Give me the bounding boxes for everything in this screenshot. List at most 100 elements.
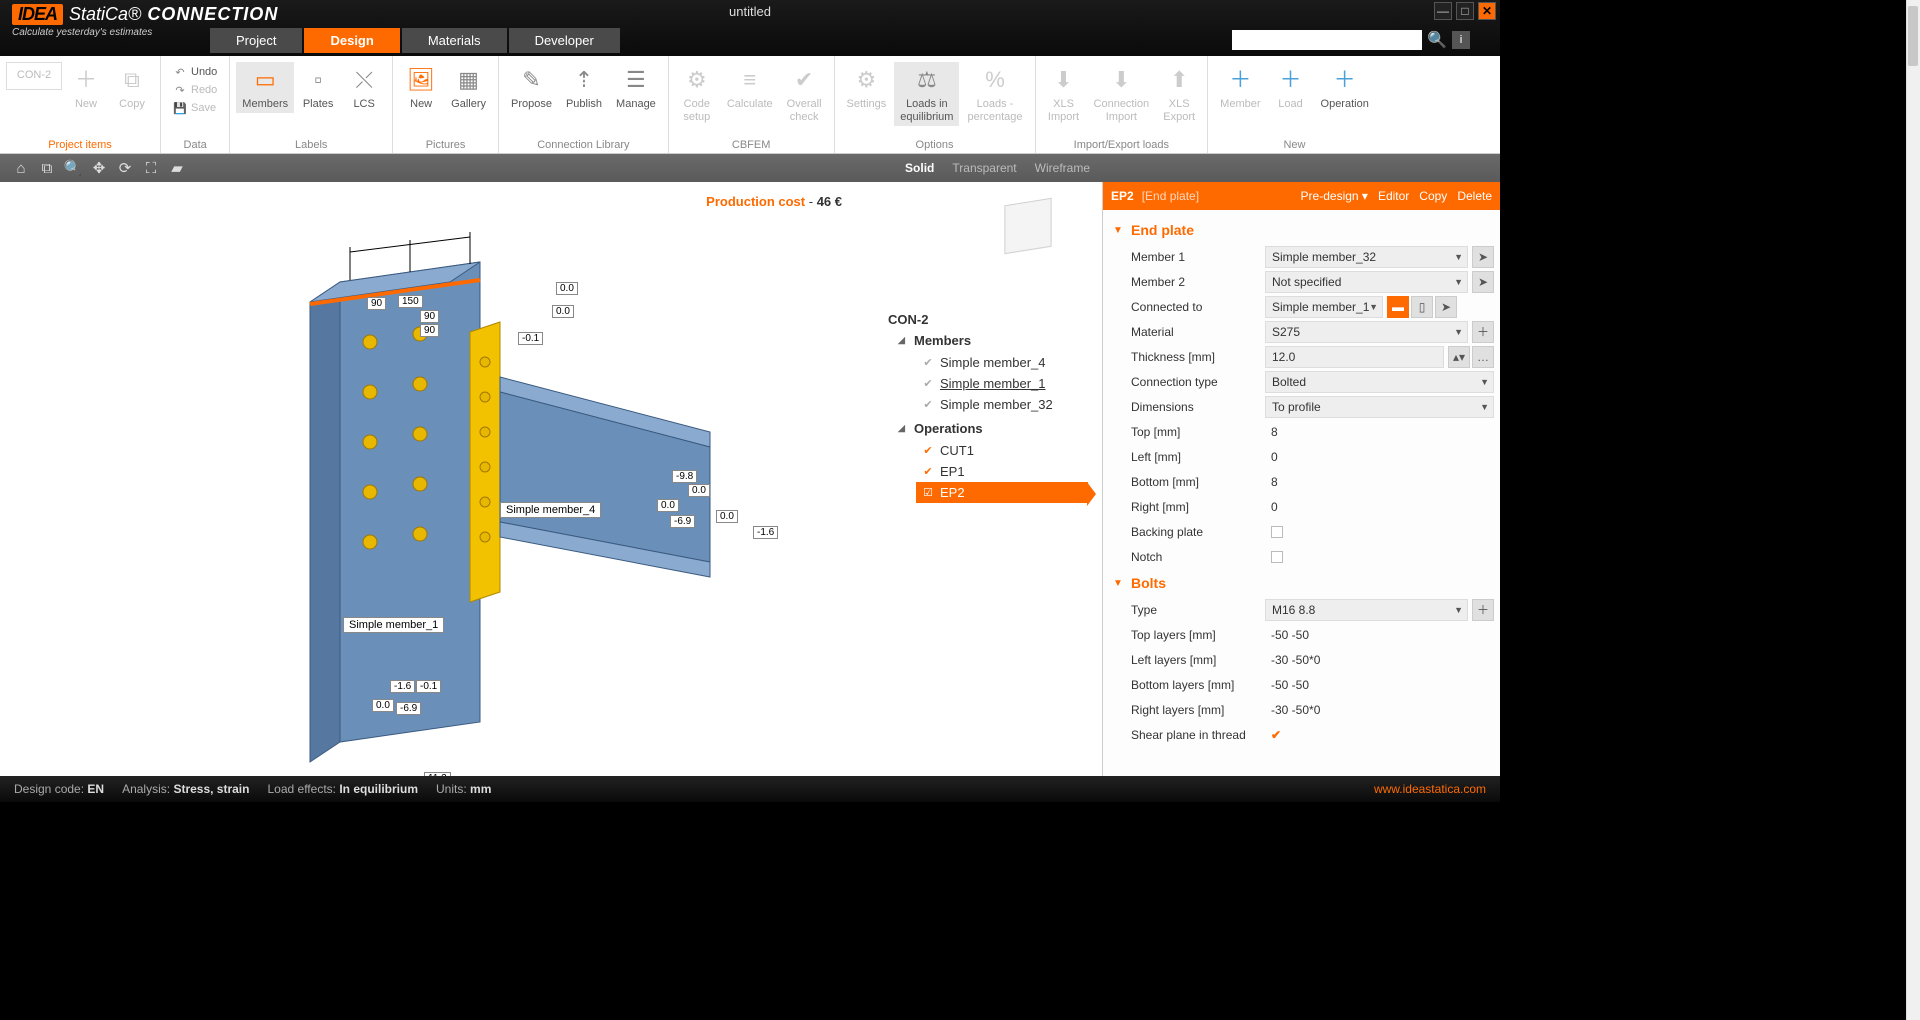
- tab-developer[interactable]: Developer: [509, 28, 620, 53]
- props-header-sub: [End plate]: [1142, 189, 1199, 203]
- code-setup-button[interactable]: ⚙Code setup: [675, 62, 719, 126]
- tree-item-cut1[interactable]: ✔CUT1: [916, 440, 1088, 461]
- members-label-button[interactable]: ▭Members: [236, 62, 294, 113]
- tree-item-ep1[interactable]: ✔EP1: [916, 461, 1088, 482]
- xls-export-button[interactable]: ⬆XLS Export: [1157, 62, 1201, 126]
- undo-button[interactable]: ↶Undo: [171, 64, 219, 80]
- thickness-input[interactable]: 12.0: [1265, 346, 1444, 368]
- member1-pick-button[interactable]: ➤: [1472, 246, 1494, 268]
- left-input[interactable]: 0: [1265, 446, 1494, 468]
- fullscreen-button[interactable]: ⛶: [138, 155, 164, 181]
- member2-pick-button[interactable]: ➤: [1472, 271, 1494, 293]
- zoom-button[interactable]: 🔍: [60, 155, 86, 181]
- copy-project-item-button[interactable]: ⧉Copy: [110, 62, 154, 113]
- props-scrollbar[interactable]: [1906, 0, 1920, 1020]
- loads-percentage-button[interactable]: %Loads - percentage: [961, 62, 1028, 126]
- tab-design[interactable]: Design: [304, 28, 399, 53]
- view-mode-solid[interactable]: Solid: [905, 161, 934, 175]
- thickness-more-button[interactable]: …: [1472, 346, 1494, 368]
- bolt-type-add-button[interactable]: ＋: [1472, 599, 1494, 621]
- right-layers-input[interactable]: -30 -50*0: [1265, 699, 1494, 721]
- tree-root[interactable]: CON-2: [888, 312, 1088, 327]
- notch-checkbox[interactable]: [1271, 551, 1283, 563]
- overall-check-button[interactable]: ✔Overall check: [781, 62, 828, 126]
- backing-plate-checkbox[interactable]: [1271, 526, 1283, 538]
- plates-label-button[interactable]: ▫Plates: [296, 62, 340, 113]
- tree-group-operations[interactable]: ◢Operations: [898, 421, 1088, 436]
- manage-button[interactable]: ☰Manage: [610, 62, 662, 113]
- pan-button[interactable]: ✥: [86, 155, 112, 181]
- material-select[interactable]: S275▼: [1265, 321, 1468, 343]
- new-load-button[interactable]: ＋Load: [1269, 62, 1313, 113]
- top-layers-input[interactable]: -50 -50: [1265, 624, 1494, 646]
- thickness-step-button[interactable]: ▴▾: [1448, 346, 1470, 368]
- connection-import-button[interactable]: ⬇Connection Import: [1088, 62, 1156, 126]
- view-mode-transparent[interactable]: Transparent: [952, 161, 1016, 175]
- tree-item-member1[interactable]: ✔Simple member_1: [916, 373, 1088, 394]
- connected-select[interactable]: Simple member_1▼: [1265, 296, 1383, 318]
- group-label-pictures: Pictures: [399, 137, 492, 153]
- bottom-layers-input[interactable]: -50 -50: [1265, 674, 1494, 696]
- window-minimize-button[interactable]: —: [1434, 2, 1452, 20]
- search-input[interactable]: [1232, 30, 1422, 50]
- tree-group-members[interactable]: ◢Members: [898, 333, 1088, 348]
- info-button[interactable]: i: [1452, 31, 1470, 49]
- member1-select[interactable]: Simple member_32▼: [1265, 246, 1468, 268]
- project-item-con2[interactable]: CON-2: [6, 62, 62, 90]
- tree-item-member4[interactable]: ✔Simple member_4: [916, 352, 1088, 373]
- view-mode-wireframe[interactable]: Wireframe: [1035, 161, 1090, 175]
- redo-icon: ↷: [173, 83, 187, 97]
- rotate-button[interactable]: ⟳: [112, 155, 138, 181]
- shear-plane-checkbox[interactable]: ✔: [1271, 728, 1281, 742]
- member2-select[interactable]: Not specified▼: [1265, 271, 1468, 293]
- save-button[interactable]: 💾Save: [171, 100, 219, 116]
- tab-project[interactable]: Project: [210, 28, 302, 53]
- connected-pick-button[interactable]: ➤: [1435, 296, 1457, 318]
- status-load-effects: In equilibrium: [339, 782, 418, 796]
- bottom-input[interactable]: 8: [1265, 471, 1494, 493]
- publish-button[interactable]: ⇡Publish: [560, 62, 608, 113]
- group-label-options: Options: [841, 137, 1029, 153]
- website-link[interactable]: www.ideastatica.com: [1374, 782, 1486, 796]
- section-bolts[interactable]: Bolts: [1107, 569, 1494, 597]
- home-view-button[interactable]: ⌂: [8, 155, 34, 181]
- material-add-button[interactable]: ＋: [1472, 321, 1494, 343]
- predesign-button[interactable]: Pre-design ▾: [1301, 189, 1368, 203]
- delete-button[interactable]: Delete: [1457, 189, 1492, 203]
- window-close-button[interactable]: ✕: [1478, 2, 1496, 20]
- zoom-window-button[interactable]: ⧉: [34, 155, 60, 181]
- connection-type-select[interactable]: Bolted▼: [1265, 371, 1494, 393]
- section-end-plate[interactable]: End plate: [1107, 216, 1494, 244]
- new-project-item-button[interactable]: ＋New: [64, 62, 108, 113]
- xls-import-button[interactable]: ⬇XLS Import: [1042, 62, 1086, 126]
- copy-button[interactable]: Copy: [1419, 189, 1447, 203]
- top-input[interactable]: 8: [1265, 421, 1494, 443]
- settings-button[interactable]: ⚙Settings: [841, 62, 893, 113]
- loads-equilibrium-button[interactable]: ⚖Loads in equilibrium: [894, 62, 959, 126]
- dimensions-select[interactable]: To profile▼: [1265, 396, 1494, 418]
- new-member-button[interactable]: ＋Member: [1214, 62, 1266, 113]
- group-label-import-export: Import/Export loads: [1042, 137, 1202, 153]
- search-icon[interactable]: 🔍: [1428, 31, 1446, 49]
- window-maximize-button[interactable]: □: [1456, 2, 1474, 20]
- right-input[interactable]: 0: [1265, 496, 1494, 518]
- navigation-cube[interactable]: [1004, 198, 1051, 254]
- connected-option1-button[interactable]: ▬: [1387, 296, 1409, 318]
- tree-item-member32[interactable]: ✔Simple member_32: [916, 394, 1088, 415]
- editor-button[interactable]: Editor: [1378, 189, 1409, 203]
- viewport-3d[interactable]: Production cost - 46 €: [0, 182, 1102, 776]
- tab-materials[interactable]: Materials: [402, 28, 507, 53]
- propose-button[interactable]: ✎Propose: [505, 62, 558, 113]
- bolt-type-select[interactable]: M16 8.8▼: [1265, 599, 1468, 621]
- redo-button[interactable]: ↷Redo: [171, 82, 219, 98]
- new-picture-button[interactable]: 🖼New: [399, 62, 443, 113]
- tree-item-ep2[interactable]: ☑EP2: [916, 482, 1088, 503]
- left-layers-input[interactable]: -30 -50*0: [1265, 649, 1494, 671]
- calculate-button[interactable]: ≡Calculate: [721, 62, 779, 113]
- gallery-button[interactable]: ▦Gallery: [445, 62, 492, 113]
- lcs-label-button[interactable]: ⤬LCS: [342, 62, 386, 113]
- perspective-button[interactable]: ▰: [164, 155, 190, 181]
- balance-icon: ⚖: [911, 64, 943, 96]
- new-operation-button[interactable]: ＋Operation: [1315, 62, 1375, 113]
- connected-option2-button[interactable]: ▯: [1411, 296, 1433, 318]
